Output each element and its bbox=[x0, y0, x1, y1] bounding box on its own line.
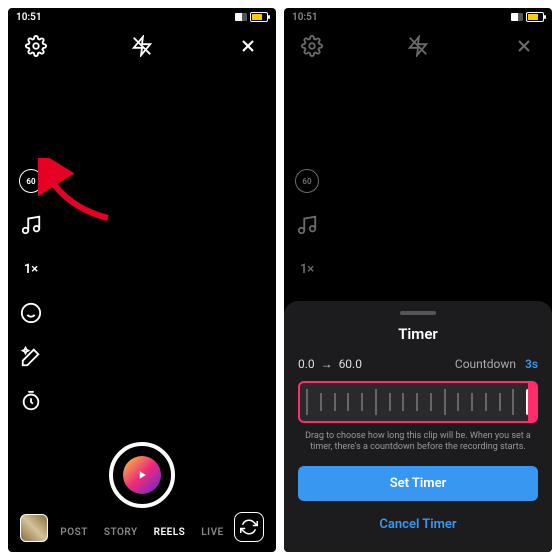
timer-sheet: Timer 0.0 → 60.0 Countdown 3s Dra bbox=[284, 301, 552, 552]
tool-rail: 60 1× bbox=[18, 168, 44, 414]
battery-icon bbox=[250, 12, 268, 22]
status-time: 10:51 bbox=[292, 12, 318, 23]
tool-effects[interactable] bbox=[18, 300, 44, 326]
signal-icon bbox=[511, 13, 523, 21]
speed-label: 1× bbox=[300, 262, 314, 277]
tool-speed[interactable]: 1× bbox=[18, 256, 44, 282]
timer-range-row: 0.0 → 60.0 Countdown 3s bbox=[298, 357, 538, 371]
mode-live[interactable]: LIVE bbox=[201, 527, 223, 538]
duration-value: 60 bbox=[26, 177, 35, 186]
settings-button[interactable] bbox=[298, 32, 326, 60]
tool-duration[interactable]: 60 bbox=[294, 168, 320, 194]
top-bar bbox=[284, 26, 552, 66]
countdown-control[interactable]: Countdown 3s bbox=[455, 357, 538, 371]
annotation-arrow bbox=[38, 158, 118, 228]
tool-speed[interactable]: 1× bbox=[294, 256, 320, 282]
status-bar: 10:51 bbox=[8, 8, 276, 26]
timer-hint: Drag to choose how long this clip will b… bbox=[298, 431, 538, 454]
settings-button[interactable] bbox=[22, 32, 50, 60]
bottom-controls: POST STORY REELS LIVE bbox=[8, 454, 276, 552]
timer-slider[interactable] bbox=[298, 381, 538, 423]
timer-from: 0.0 bbox=[298, 357, 315, 371]
arrow-icon: → bbox=[321, 357, 333, 371]
battery-icon bbox=[526, 12, 544, 22]
reels-icon bbox=[123, 456, 161, 494]
status-indicators bbox=[511, 12, 544, 22]
flash-off-button[interactable] bbox=[404, 32, 432, 60]
camera-switch-button[interactable] bbox=[234, 512, 264, 542]
mode-post[interactable]: POST bbox=[60, 527, 88, 538]
close-button[interactable] bbox=[234, 32, 262, 60]
countdown-value: 3s bbox=[525, 357, 538, 371]
duration-value: 60 bbox=[302, 177, 311, 186]
cancel-timer-button[interactable]: Cancel Timer bbox=[298, 511, 538, 538]
capture-button[interactable] bbox=[109, 442, 175, 508]
duration-badge: 60 bbox=[19, 169, 43, 193]
countdown-label: Countdown bbox=[455, 357, 516, 371]
flash-off-button[interactable] bbox=[128, 32, 156, 60]
slider-handle[interactable] bbox=[526, 389, 530, 415]
tool-timer[interactable] bbox=[18, 388, 44, 414]
duration-badge: 60 bbox=[295, 169, 319, 193]
status-bar: 10:51 bbox=[284, 8, 552, 26]
tool-duration[interactable]: 60 bbox=[18, 168, 44, 194]
tool-touchup[interactable] bbox=[18, 344, 44, 370]
top-bar bbox=[8, 26, 276, 66]
mode-reels[interactable]: REELS bbox=[154, 527, 186, 538]
tool-audio[interactable] bbox=[294, 212, 320, 238]
set-timer-button[interactable]: Set Timer bbox=[298, 466, 538, 501]
phone-right: 10:51 60 1× bbox=[284, 8, 552, 552]
tool-audio[interactable] bbox=[18, 212, 44, 238]
status-indicators bbox=[235, 12, 268, 22]
sheet-title: Timer bbox=[298, 325, 538, 343]
close-button[interactable] bbox=[510, 32, 538, 60]
timer-to: 60.0 bbox=[339, 357, 362, 371]
signal-icon bbox=[235, 13, 247, 21]
speed-label: 1× bbox=[24, 262, 38, 277]
sheet-handle[interactable] bbox=[400, 311, 436, 315]
timer-range-text: 0.0 → 60.0 bbox=[298, 357, 362, 371]
mode-story[interactable]: STORY bbox=[104, 527, 138, 538]
status-time: 10:51 bbox=[16, 12, 42, 23]
phone-left: 10:51 60 1× bbox=[8, 8, 276, 552]
